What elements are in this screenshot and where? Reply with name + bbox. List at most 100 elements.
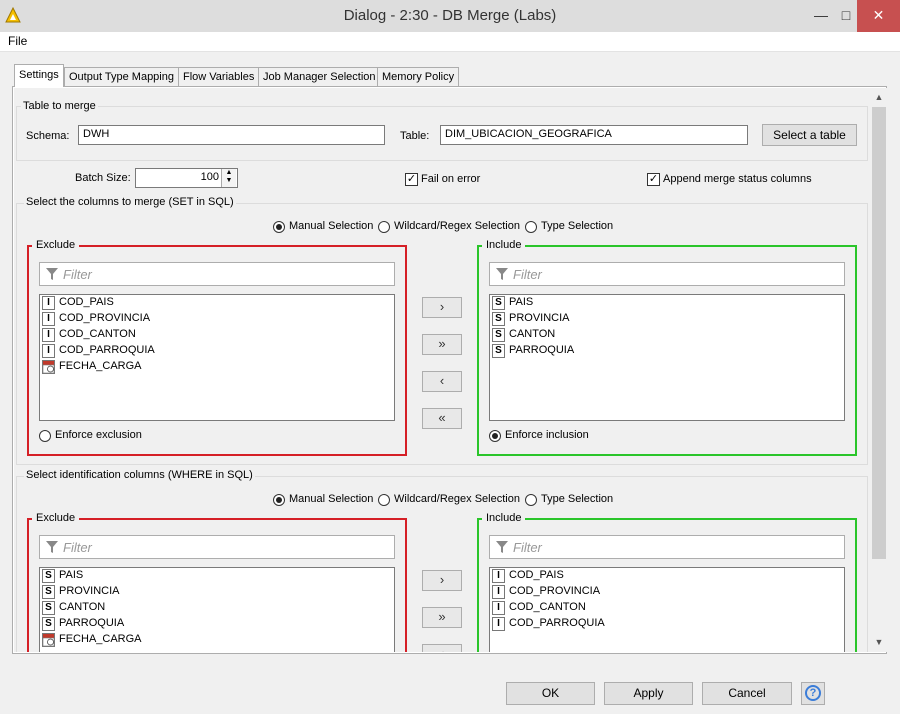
tab-flow-variables[interactable]: Flow Variables — [178, 67, 260, 86]
scrollbar-thumb[interactable] — [872, 107, 886, 559]
set-remove-button[interactable]: ‹ — [422, 371, 462, 392]
column-name: PROVINCIA — [509, 312, 570, 324]
set-columns-title: Select the columns to merge (SET in SQL) — [24, 196, 236, 208]
column-name: COD_PARROQUIA — [509, 617, 605, 629]
integer-type-icon: I — [42, 344, 55, 358]
set-wildcard-label: Wildcard/Regex Selection — [394, 220, 520, 232]
tab-output-type-mapping[interactable]: Output Type Mapping — [64, 67, 179, 86]
menu-file[interactable]: File — [8, 34, 27, 48]
where-type-selection-label: Type Selection — [541, 493, 614, 505]
menu-bar: File — [0, 32, 900, 52]
where-add-button[interactable]: › — [422, 570, 462, 591]
tab-job-manager-selection[interactable]: Job Manager Selection — [258, 67, 381, 86]
set-exclude-list[interactable]: I COD_PAIS I COD_PROVINCIA I COD_CANTON I COD_P… — [39, 294, 395, 421]
set-remove-all-button[interactable]: « — [422, 408, 462, 429]
minimize-button[interactable]: — — [806, 0, 836, 32]
set-type-selection-radio[interactable] — [525, 221, 537, 233]
schema-input[interactable]: DWH — [78, 125, 385, 145]
tab-settings[interactable]: Settings — [14, 64, 64, 87]
set-include-filter[interactable]: Filter — [489, 262, 845, 286]
filter-placeholder: Filter — [513, 540, 542, 555]
select-table-button[interactable]: Select a table — [762, 124, 857, 146]
window-title: Dialog - 2:30 - DB Merge (Labs) — [343, 7, 557, 24]
set-exclude-filter[interactable]: Filter — [39, 262, 395, 286]
where-exclude-list[interactable]: S PAIS S PROVINCIA S CANTON S PARROQUIA FECHA_CA… — [39, 567, 395, 652]
filter-icon — [46, 268, 58, 280]
column-name: PARROQUIA — [509, 344, 575, 356]
fail-on-error-label: Fail on error — [421, 173, 481, 185]
append-status-checkbox[interactable]: ✓ — [647, 173, 660, 186]
append-status-label: Append merge status columns — [663, 173, 812, 185]
string-type-icon: S — [492, 328, 505, 342]
scroll-up-icon[interactable]: ▲ — [872, 92, 886, 102]
where-columns-title: Select identification columns (WHERE in … — [24, 469, 255, 481]
string-type-icon: S — [42, 601, 55, 615]
date-type-icon — [42, 360, 55, 374]
maximize-button[interactable]: □ — [836, 0, 856, 32]
column-name: COD_PROVINCIA — [59, 312, 151, 324]
filter-icon — [496, 541, 508, 553]
column-name: PAIS — [59, 569, 84, 581]
enforce-inclusion-label: Enforce inclusion — [505, 429, 589, 441]
apply-button[interactable]: Apply — [604, 682, 693, 705]
where-add-all-button[interactable]: » — [422, 607, 462, 628]
enforce-exclusion-radio[interactable] — [39, 430, 51, 442]
close-button[interactable]: ✕ — [857, 0, 900, 32]
where-manual-selection-label: Manual Selection — [289, 493, 374, 505]
filter-placeholder: Filter — [513, 267, 542, 282]
set-wildcard-radio[interactable] — [378, 221, 390, 233]
help-icon: ? — [805, 685, 821, 701]
table-label: Table: — [400, 130, 430, 142]
where-exclude-filter[interactable]: Filter — [39, 535, 395, 559]
table-to-merge-title: Table to merge — [21, 100, 98, 112]
filter-icon — [46, 541, 58, 553]
integer-type-icon: I — [42, 312, 55, 326]
string-type-icon: S — [492, 344, 505, 358]
where-wildcard-label: Wildcard/Regex Selection — [394, 493, 520, 505]
set-manual-selection-radio[interactable] — [273, 221, 285, 233]
spinner-up-icon[interactable]: ▲ — [222, 169, 236, 177]
spinner-down-icon[interactable]: ▼ — [222, 177, 236, 185]
enforce-inclusion-radio[interactable] — [489, 430, 501, 442]
column-name: PAIS — [509, 296, 534, 308]
set-include-title: Include — [482, 239, 526, 251]
integer-type-icon: I — [492, 585, 505, 599]
string-type-icon: S — [42, 569, 55, 583]
column-name: COD_CANTON — [59, 328, 136, 340]
set-include-list[interactable]: S PAIS S PROVINCIA S CANTON S PARROQUIA — [489, 294, 845, 421]
integer-type-icon: I — [42, 296, 55, 310]
where-include-title: Include — [482, 512, 526, 524]
column-name: COD_CANTON — [509, 601, 586, 613]
integer-type-icon: I — [492, 569, 505, 583]
where-manual-selection-radio[interactable] — [273, 494, 285, 506]
tab-memory-policy[interactable]: Memory Policy — [377, 67, 460, 86]
schema-label: Schema: — [26, 130, 70, 142]
scroll-down-icon[interactable]: ▼ — [872, 637, 886, 647]
where-include-list[interactable]: I COD_PAIS I COD_PROVINCIA I COD_CANTON I COD_P… — [489, 567, 845, 652]
where-remove-button[interactable]: ‹ — [422, 644, 462, 652]
string-type-icon: S — [42, 585, 55, 599]
table-input[interactable]: DIM_UBICACION_GEOGRAFICA — [440, 125, 748, 145]
integer-type-icon: I — [492, 617, 505, 631]
cancel-button[interactable]: Cancel — [702, 682, 792, 705]
set-add-all-button[interactable]: » — [422, 334, 462, 355]
column-name: CANTON — [59, 601, 106, 613]
string-type-icon: S — [492, 312, 505, 326]
ok-button[interactable]: OK — [506, 682, 595, 705]
where-include-filter[interactable]: Filter — [489, 535, 845, 559]
column-name: CANTON — [509, 328, 556, 340]
column-name: PROVINCIA — [59, 585, 120, 597]
date-type-icon — [42, 633, 55, 647]
string-type-icon: S — [42, 617, 55, 631]
filter-placeholder: Filter — [63, 267, 92, 282]
filter-placeholder: Filter — [63, 540, 92, 555]
batch-size-spinner[interactable]: ▲ ▼ — [221, 169, 236, 187]
where-wildcard-radio[interactable] — [378, 494, 390, 506]
set-add-button[interactable]: › — [422, 297, 462, 318]
where-exclude-title: Exclude — [32, 512, 80, 524]
fail-on-error-checkbox[interactable]: ✓ — [405, 173, 418, 186]
where-type-selection-radio[interactable] — [525, 494, 537, 506]
integer-type-icon: I — [492, 601, 505, 615]
help-button[interactable]: ? — [801, 682, 825, 705]
string-type-icon: S — [492, 296, 505, 310]
